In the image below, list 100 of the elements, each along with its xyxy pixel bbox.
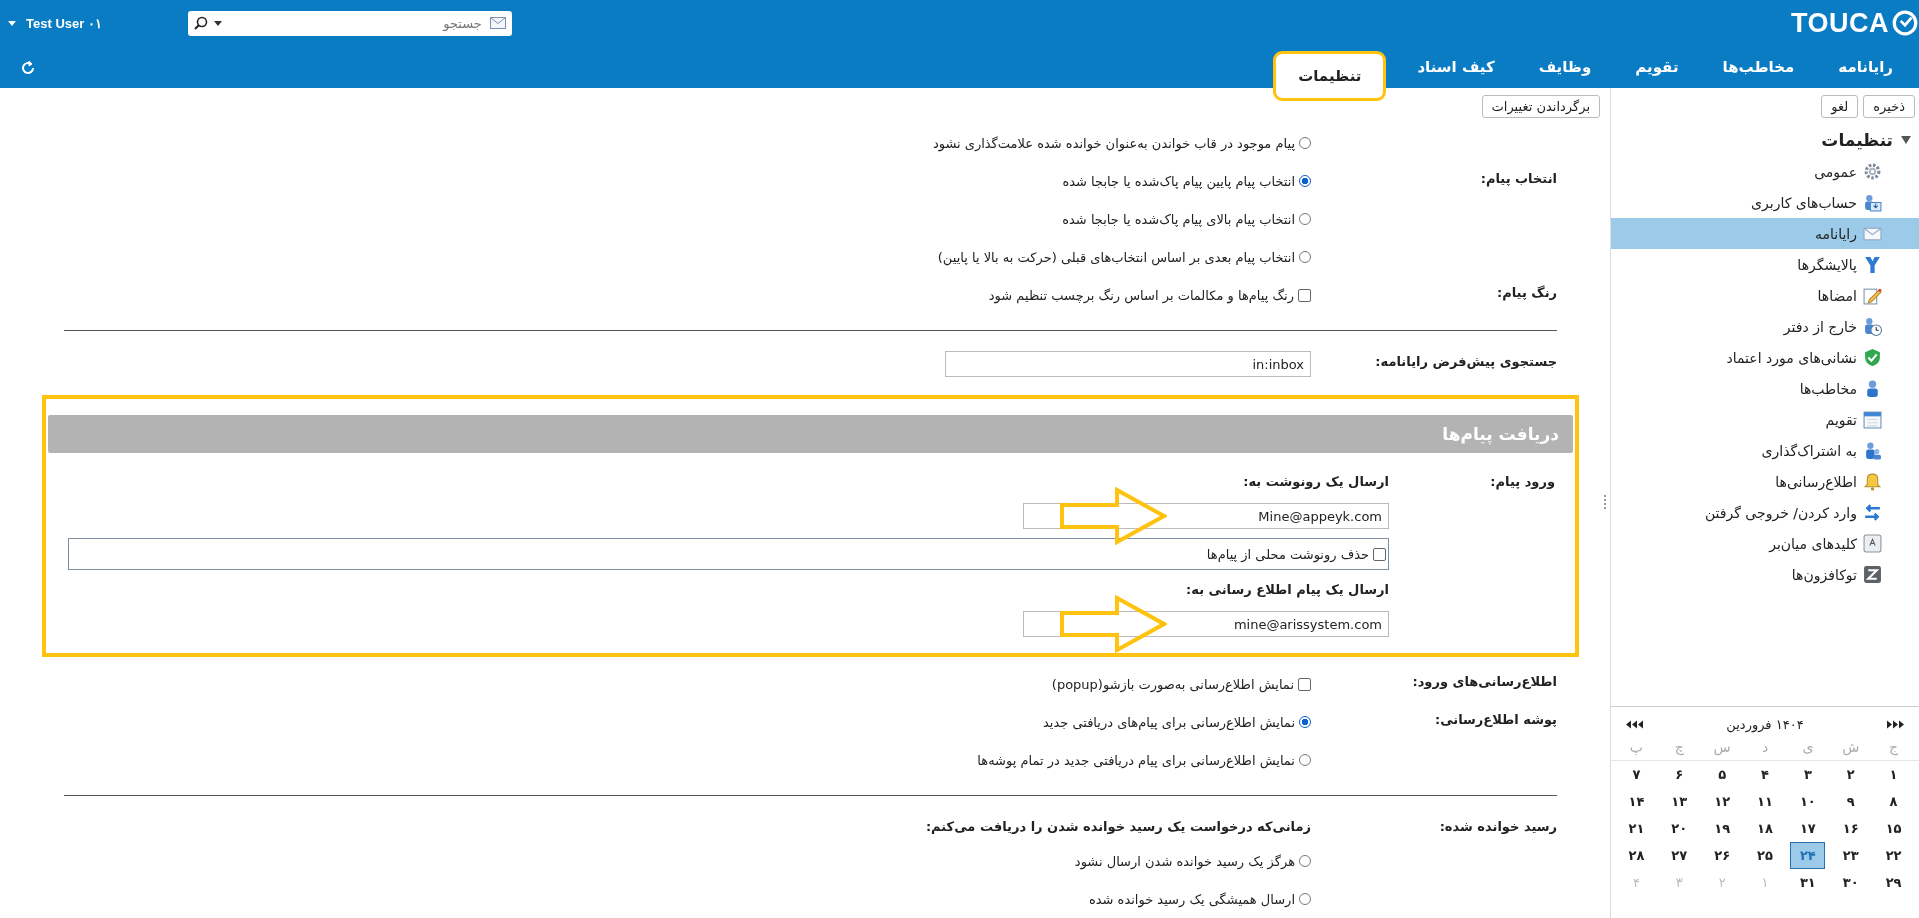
radio-button[interactable] — [1299, 754, 1311, 766]
sidebar-item-label: اطلاع‌رسانی‌ها — [1775, 473, 1857, 490]
calendar-day[interactable]: ۲۸ — [1619, 842, 1654, 869]
calendar-day[interactable]: ۱۴ — [1619, 788, 1654, 815]
calendar-day[interactable]: ۲۰ — [1661, 815, 1697, 842]
toolbar-button[interactable]: لغو — [1821, 94, 1859, 118]
setting-label: ورود پیام: — [1490, 474, 1555, 489]
checkbox[interactable] — [1298, 677, 1311, 691]
calendar-day[interactable]: ۲۵ — [1747, 842, 1783, 869]
option-heading: زمانی‌که درخواست یک رسید خوانده شدن را دریافت می‌کنم: — [925, 818, 1311, 834]
toolbar-button[interactable]: برگرداندن تغییرات — [1481, 94, 1600, 118]
calendar-day[interactable]: ۱۲ — [1704, 788, 1740, 815]
fork-arrow-icon — [1863, 255, 1882, 274]
calendar-day[interactable]: ۳۰ — [1833, 869, 1869, 896]
text-field[interactable]: Mine@appeyk.com — [1023, 503, 1389, 529]
sidebar-item[interactable]: وارد کردن/ خروجی گرفتن — [1611, 497, 1919, 528]
calendar-day[interactable]: ۲۹ — [1876, 869, 1911, 896]
toolbar-button[interactable]: ذخیره — [1863, 94, 1915, 118]
calendar-day[interactable]: ۱۵ — [1876, 815, 1911, 842]
radio-button[interactable] — [1299, 855, 1311, 867]
sidebar-item[interactable]: عمومی — [1611, 156, 1919, 187]
calendar-day[interactable]: ۲۷ — [1661, 842, 1697, 869]
calendar-day[interactable]: ۲ — [1833, 761, 1869, 788]
calendar-day[interactable]: ۳ — [1790, 761, 1826, 788]
weekday-label: چ — [1673, 739, 1685, 755]
search-input[interactable]: جستجو — [227, 14, 484, 32]
nav-tab[interactable]: تنظیمات — [1274, 52, 1386, 100]
person-inbox-icon — [1863, 193, 1882, 212]
search-bar[interactable]: جستجو — [187, 10, 512, 36]
radio-button[interactable] — [1299, 175, 1311, 187]
text-field[interactable]: in:inbox — [945, 351, 1311, 377]
option-heading: ارسال یک رونوشت به: — [1243, 473, 1389, 489]
caret-icon[interactable] — [1901, 136, 1911, 144]
sidebar-item-label: مخاطب‌ها — [1799, 380, 1857, 397]
nav-tab[interactable]: مخاطب‌ها — [1700, 48, 1817, 86]
calendar-day[interactable]: ۱۹ — [1704, 815, 1740, 842]
calendar-day[interactable]: ۱۳ — [1661, 788, 1697, 815]
sidebar-item[interactable]: تقویم — [1611, 404, 1919, 435]
calendar-day[interactable]: ۱۶ — [1833, 815, 1869, 842]
radio-button[interactable] — [1299, 251, 1311, 263]
sidebar-item-label: رایانامه — [1815, 225, 1857, 242]
nav-tab[interactable]: کیف اسناد — [1395, 48, 1517, 86]
sidebar-item-label: عمومی — [1814, 163, 1857, 180]
calendar-day[interactable]: ۱۸ — [1747, 815, 1783, 842]
calendar-month-title: ۱۴۰۴ فروردین — [1725, 717, 1805, 732]
option-label: انتخاب پیام پایین پیام پاک‌شده یا جابجا شده — [1062, 173, 1295, 189]
refresh-icon[interactable] — [20, 60, 36, 76]
sidebar-item-label: حساب‌های کاربری — [1751, 194, 1857, 211]
calendar-day[interactable]: ۲۱ — [1619, 815, 1654, 842]
sidebar-item[interactable]: امضاها — [1611, 280, 1919, 311]
option-label: حذف رونوشت محلی از پیام‌ها — [1206, 546, 1369, 562]
radio-button[interactable] — [1299, 137, 1311, 149]
sidebar-item-label: نشانی‌های مورد اعتماد — [1726, 349, 1857, 366]
radio-button[interactable] — [1299, 213, 1311, 225]
radio-button[interactable] — [1299, 893, 1311, 905]
left-arrow-icon[interactable] — [1637, 720, 1643, 729]
calendar-day[interactable]: ۵ — [1704, 761, 1740, 788]
sidebar-item[interactable]: توکافزون‌ها — [1611, 559, 1919, 590]
checkbox[interactable] — [1373, 547, 1386, 561]
search-icon[interactable] — [193, 16, 208, 30]
calendar-day[interactable]: ۱ — [1876, 761, 1911, 788]
option-label: هرگز یک رسید خوانده شدن ارسال نشود — [1074, 853, 1295, 869]
nav-tab[interactable]: تقویم — [1613, 48, 1701, 86]
weekday-label: ی — [1801, 739, 1815, 755]
calendar-day[interactable]: ۱۱ — [1747, 788, 1783, 815]
bell-icon — [1863, 472, 1882, 491]
calendar-day[interactable]: ۲۶ — [1704, 842, 1740, 869]
sidebar-title[interactable]: تنظیمات — [1821, 130, 1893, 150]
calendar-day[interactable]: ۴ — [1747, 761, 1783, 788]
calendar-day[interactable]: ۱۷ — [1790, 815, 1826, 842]
logo-ring-icon — [1891, 9, 1919, 37]
sidebar-item[interactable]: نشانی‌های مورد اعتماد — [1611, 342, 1919, 373]
right-arrow-icon[interactable] — [1887, 720, 1893, 729]
sidebar-item[interactable]: خارج از دفتر — [1611, 311, 1919, 342]
nav-tab[interactable]: وظایف — [1516, 48, 1614, 86]
checkbox[interactable] — [1298, 288, 1311, 302]
sidebar-item[interactable]: رایانامه — [1611, 218, 1919, 249]
splitter-handle[interactable] — [1604, 495, 1606, 511]
sidebar-item[interactable]: مخاطب‌ها — [1611, 373, 1919, 404]
calendar-day[interactable]: ۱۰ — [1790, 788, 1826, 815]
calendar-day[interactable]: ۳۱ — [1790, 869, 1826, 896]
keyboard-key-icon — [1863, 534, 1882, 553]
sidebar-item[interactable]: به اشتراک‌گذاری — [1611, 435, 1919, 466]
sidebar-item[interactable]: کلیدهای میان‌بر — [1611, 528, 1919, 559]
sidebar-item-label: پالایشگرها — [1797, 256, 1857, 273]
calendar-day[interactable]: ۲۲ — [1876, 842, 1911, 869]
sidebar-item[interactable]: پالایشگرها — [1611, 249, 1919, 280]
caret-icon[interactable] — [213, 20, 222, 26]
text-field[interactable]: mine@arissystem.com — [1023, 611, 1389, 637]
sidebar-item[interactable]: حساب‌های کاربری — [1611, 187, 1919, 218]
nav-tab[interactable]: رایانامه — [1816, 48, 1915, 86]
calendar-day[interactable]: ۷ — [1619, 761, 1654, 788]
calendar-day[interactable]: ۶ — [1661, 761, 1697, 788]
radio-button[interactable] — [1299, 716, 1311, 728]
user-name[interactable]: Test User ۰۱ — [26, 15, 102, 31]
sidebar-item-label: خارج از دفتر — [1783, 318, 1857, 335]
calendar-day[interactable]: ۹ — [1833, 788, 1869, 815]
calendar-day[interactable]: ۸ — [1876, 788, 1911, 815]
calendar-day[interactable]: ۲۳ — [1833, 842, 1869, 869]
sidebar-item[interactable]: اطلاع‌رسانی‌ها — [1611, 466, 1919, 497]
